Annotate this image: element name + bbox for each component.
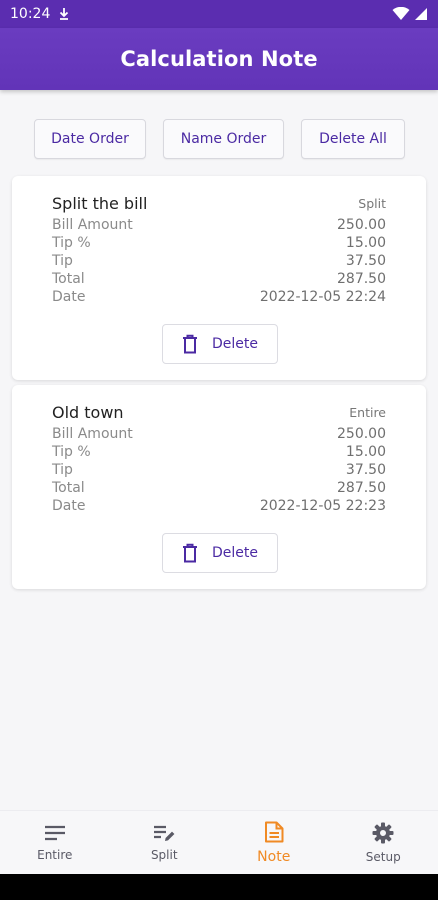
row-value: 37.50 bbox=[345, 462, 386, 478]
row-label: Tip % bbox=[52, 444, 91, 460]
note-card: Split the bill Split Bill Amount 250.00 T… bbox=[12, 176, 426, 380]
row-value: 287.50 bbox=[337, 271, 386, 287]
delete-note-button[interactable]: Delete bbox=[162, 324, 278, 364]
sort-toolbar: Date Order Name Order Delete All bbox=[0, 119, 438, 159]
delete-label: Delete bbox=[212, 336, 258, 352]
tip-percent-row: Tip % 15.00 bbox=[52, 234, 386, 252]
delete-all-button[interactable]: Delete All bbox=[301, 119, 405, 159]
total-row: Total 287.50 bbox=[52, 270, 386, 288]
signal-icon bbox=[415, 8, 427, 20]
row-value: 15.00 bbox=[345, 235, 386, 251]
download-icon bbox=[60, 8, 69, 20]
system-nav-bar bbox=[0, 874, 438, 900]
note-card: Old town Entire Bill Amount 250.00 Tip % 1… bbox=[12, 385, 426, 589]
nav-item-note[interactable]: Note bbox=[219, 811, 329, 874]
row-label: Tip bbox=[52, 462, 73, 478]
row-label: Tip % bbox=[52, 235, 91, 251]
row-label: Total bbox=[52, 271, 85, 287]
list-icon bbox=[44, 825, 65, 840]
status-bar: 10:24 bbox=[0, 0, 438, 28]
note-type: Split bbox=[358, 196, 386, 211]
note-title: Old town bbox=[52, 403, 124, 422]
date-order-button[interactable]: Date Order bbox=[34, 119, 146, 159]
tip-row: Tip 37.50 bbox=[52, 461, 386, 479]
nav-label-note: Note bbox=[257, 848, 291, 865]
row-value: 250.00 bbox=[337, 426, 386, 442]
gear-icon bbox=[372, 822, 394, 843]
row-label: Tip bbox=[52, 253, 73, 269]
note-icon bbox=[264, 821, 284, 842]
nav-label-setup: Setup bbox=[365, 849, 401, 864]
date-row: Date 2022-12-05 22:23 bbox=[52, 497, 386, 515]
row-label: Total bbox=[52, 480, 85, 496]
nav-item-split[interactable]: Split bbox=[110, 811, 220, 874]
tip-percent-row: Tip % 15.00 bbox=[52, 443, 386, 461]
row-value: 37.50 bbox=[345, 253, 386, 269]
nav-label-split: Split bbox=[150, 847, 178, 862]
nav-item-entire[interactable]: Entire bbox=[0, 811, 110, 874]
row-value: 15.00 bbox=[345, 444, 386, 460]
row-value: 287.50 bbox=[337, 480, 386, 496]
row-value: 250.00 bbox=[337, 217, 386, 233]
page-title: Calculation Note bbox=[120, 47, 318, 71]
row-value: 2022-12-05 22:24 bbox=[259, 289, 386, 305]
nav-item-setup[interactable]: Setup bbox=[329, 811, 438, 874]
note-details: Bill Amount 250.00 Tip % 15.00 Tip 37.50 To… bbox=[52, 425, 386, 515]
total-row: Total 287.50 bbox=[52, 479, 386, 497]
row-label: Date bbox=[52, 498, 86, 514]
bottom-nav: Entire Split Note Setup bbox=[0, 810, 438, 874]
row-label: Bill Amount bbox=[52, 217, 133, 233]
row-label: Date bbox=[52, 289, 86, 305]
note-title: Split the bill bbox=[52, 194, 148, 213]
date-row: Date 2022-12-05 22:24 bbox=[52, 288, 386, 306]
bill-amount-row: Bill Amount 250.00 bbox=[52, 216, 386, 234]
trash-icon bbox=[183, 543, 197, 563]
delete-note-button[interactable]: Delete bbox=[162, 533, 278, 573]
note-details: Bill Amount 250.00 Tip % 15.00 Tip 37.50 To… bbox=[52, 216, 386, 306]
tip-row: Tip 37.50 bbox=[52, 252, 386, 270]
status-time: 10:24 bbox=[10, 6, 51, 22]
name-order-button[interactable]: Name Order bbox=[163, 119, 284, 159]
edit-list-icon bbox=[154, 825, 175, 841]
row-value: 2022-12-05 22:23 bbox=[259, 498, 386, 514]
note-type: Entire bbox=[349, 405, 386, 420]
bill-amount-row: Bill Amount 250.00 bbox=[52, 425, 386, 443]
nav-label-entire: Entire bbox=[37, 847, 73, 862]
row-label: Bill Amount bbox=[52, 426, 133, 442]
delete-label: Delete bbox=[212, 545, 258, 561]
trash-icon bbox=[183, 334, 197, 354]
wifi-icon bbox=[392, 7, 410, 20]
app-bar: Calculation Note bbox=[0, 28, 438, 90]
